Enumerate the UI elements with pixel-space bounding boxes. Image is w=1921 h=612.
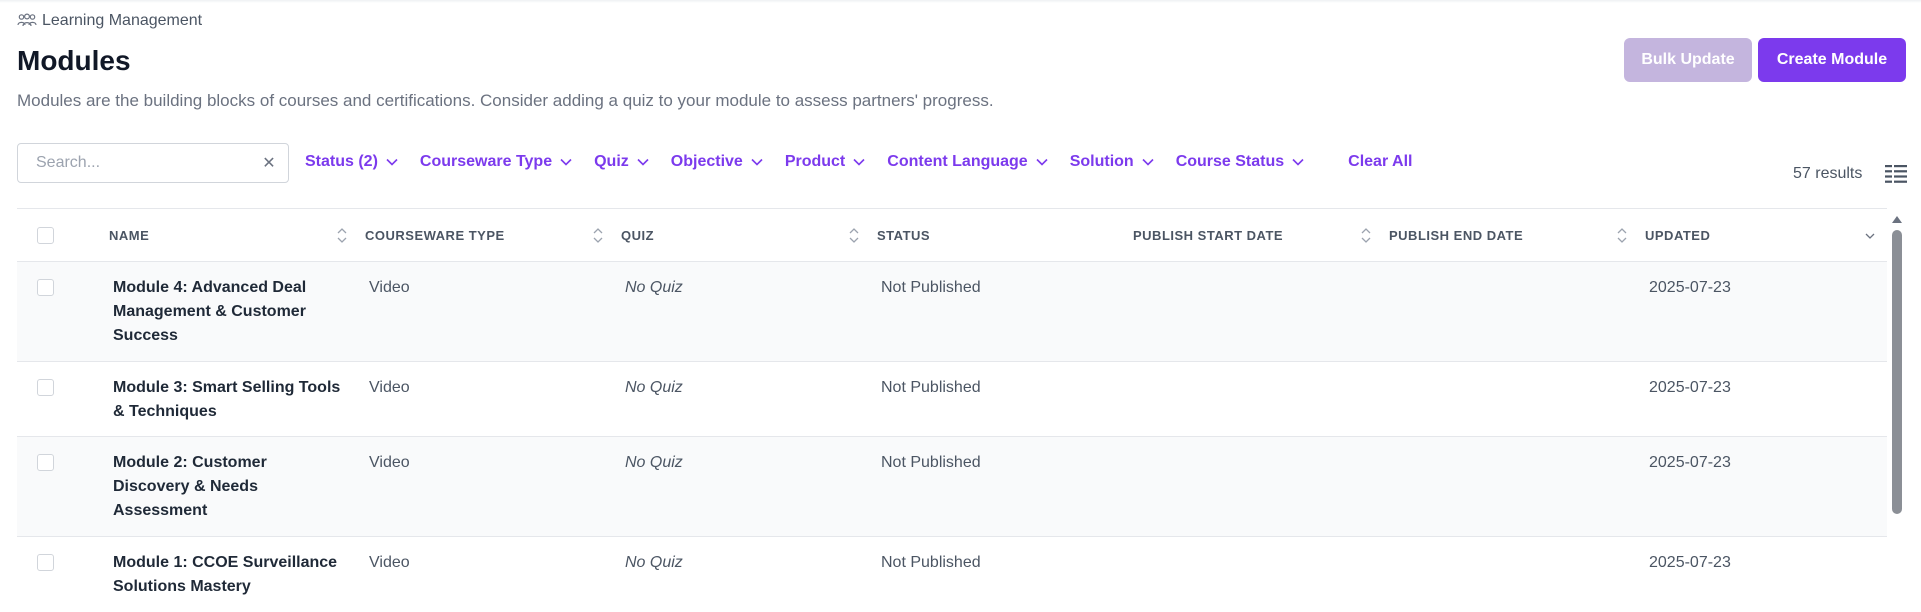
module-name[interactable]: Module 4: Advanced Deal Management & Cus… [113, 276, 343, 348]
table-header: NAME COURSEWARE TYPE QUIZ STATUS PUBLISH… [17, 209, 1887, 262]
page-title: Modules [17, 45, 131, 76]
updated-cell: 2025-07-23 [1649, 279, 1731, 296]
results-count: 57 results [1793, 165, 1863, 182]
sort-icon[interactable] [1617, 227, 1627, 244]
filter-content-language[interactable]: Content Language [887, 153, 1048, 171]
row-checkbox[interactable] [37, 379, 54, 396]
filter-status[interactable]: Status (2) [305, 153, 398, 171]
column-header-updated[interactable]: UPDATED [1645, 209, 1877, 262]
sort-icon[interactable] [337, 227, 347, 244]
filter-label: Solution [1069, 153, 1134, 170]
filter-label: Status (2) [305, 153, 378, 170]
filter-solution[interactable]: Solution [1070, 153, 1154, 171]
table-row[interactable]: Module 1: CCOE Surveillance Solutions Ma… [17, 537, 1887, 612]
column-label: STATUS [877, 228, 931, 243]
courseware-type-cell: Video [369, 554, 410, 571]
quiz-cell: No Quiz [625, 454, 683, 471]
column-label: PUBLISH START DATE [1133, 228, 1284, 243]
chevron-down-icon [386, 158, 398, 166]
chevron-down-icon [1292, 158, 1304, 166]
clear-all-filters-link[interactable]: Clear All [1348, 153, 1412, 171]
row-checkbox[interactable] [37, 454, 54, 471]
column-header-status[interactable]: STATUS [877, 209, 1117, 262]
select-all-cell [37, 209, 54, 262]
status-cell: Not Published [881, 279, 981, 296]
row-checkbox-cell [37, 279, 54, 296]
row-checkbox-cell [37, 554, 54, 571]
quiz-cell: No Quiz [625, 279, 683, 296]
sort-icon[interactable] [593, 227, 603, 244]
updated-cell: 2025-07-23 [1649, 379, 1731, 396]
list-view-icon[interactable] [1885, 164, 1907, 184]
courseware-type-cell: Video [369, 279, 410, 296]
table-row[interactable]: Module 4: Advanced Deal Management & Cus… [17, 262, 1887, 362]
module-name[interactable]: Module 1: CCOE Surveillance Solutions Ma… [113, 551, 343, 599]
scrollbar-thumb[interactable] [1892, 230, 1902, 514]
sort-descending-icon[interactable] [1865, 231, 1875, 241]
updated-cell: 2025-07-23 [1649, 554, 1731, 571]
status-cell: Not Published [881, 379, 981, 396]
breadcrumb-label[interactable]: Learning Management [42, 12, 202, 30]
status-cell: Not Published [881, 454, 981, 471]
sort-icon[interactable] [849, 227, 859, 244]
row-checkbox-cell [37, 454, 54, 471]
filter-label: Objective [670, 153, 743, 170]
updated-cell: 2025-07-23 [1649, 454, 1731, 471]
filter-label: Product [784, 153, 846, 170]
filter-bar: Status (2) Courseware Type Quiz Objectiv… [305, 153, 1412, 171]
column-header-name[interactable]: NAME [109, 209, 349, 262]
table-row[interactable]: Module 3: Smart Selling Tools & Techniqu… [17, 362, 1887, 437]
quiz-cell: No Quiz [625, 379, 683, 396]
chevron-down-icon [637, 158, 649, 166]
column-header-courseware-type[interactable]: COURSEWARE TYPE [365, 209, 605, 262]
select-all-checkbox[interactable] [37, 227, 54, 244]
filter-label: Content Language [887, 153, 1028, 170]
chevron-down-icon [751, 158, 763, 166]
row-checkbox-cell [37, 379, 54, 396]
courseware-type-cell: Video [369, 379, 410, 396]
column-header-publish-start-date[interactable]: PUBLISH START DATE [1133, 209, 1373, 262]
create-module-button[interactable]: Create Module [1758, 38, 1906, 82]
users-icon [17, 13, 37, 27]
filter-courseware-type[interactable]: Courseware Type [420, 153, 572, 171]
courseware-type-cell: Video [369, 454, 410, 471]
table-row[interactable]: Module 2: Customer Discovery & Needs Ass… [17, 437, 1887, 537]
column-label: NAME [109, 228, 150, 243]
row-checkbox[interactable] [37, 279, 54, 296]
search-input[interactable] [36, 154, 262, 172]
filter-label: Course Status [1175, 153, 1285, 170]
modules-table: NAME COURSEWARE TYPE QUIZ STATUS PUBLISH… [17, 208, 1887, 612]
column-label: UPDATED [1645, 228, 1711, 243]
column-label: QUIZ [621, 228, 655, 243]
clear-search-icon[interactable]: ✕ [262, 153, 276, 173]
top-shadow [0, 0, 1921, 3]
filter-label: Courseware Type [419, 153, 553, 170]
column-label: COURSEWARE TYPE [365, 228, 505, 243]
bulk-update-button[interactable]: Bulk Update [1624, 38, 1752, 82]
column-header-quiz[interactable]: QUIZ [621, 209, 861, 262]
quiz-cell: No Quiz [625, 554, 683, 571]
column-label: PUBLISH END DATE [1389, 228, 1524, 243]
chevron-down-icon [1036, 158, 1048, 166]
chevron-down-icon [1142, 158, 1154, 166]
status-cell: Not Published [881, 554, 981, 571]
search-box[interactable]: ✕ [17, 143, 289, 183]
page-description: Modules are the building blocks of cours… [17, 91, 994, 110]
filter-objective[interactable]: Objective [671, 153, 763, 171]
filter-course-status[interactable]: Course Status [1176, 153, 1304, 171]
chevron-down-icon [853, 158, 865, 166]
breadcrumb[interactable]: Learning Management [17, 12, 202, 30]
filter-label: Quiz [594, 153, 629, 170]
module-name[interactable]: Module 3: Smart Selling Tools & Techniqu… [113, 376, 343, 424]
sort-icon[interactable] [1361, 227, 1371, 244]
module-name[interactable]: Module 2: Customer Discovery & Needs Ass… [113, 451, 343, 523]
filter-product[interactable]: Product [785, 153, 865, 171]
column-header-publish-end-date[interactable]: PUBLISH END DATE [1389, 209, 1629, 262]
chevron-down-icon [560, 158, 572, 166]
filter-quiz[interactable]: Quiz [594, 153, 649, 171]
scroll-up-arrow-icon[interactable] [1891, 214, 1903, 224]
row-checkbox[interactable] [37, 554, 54, 571]
